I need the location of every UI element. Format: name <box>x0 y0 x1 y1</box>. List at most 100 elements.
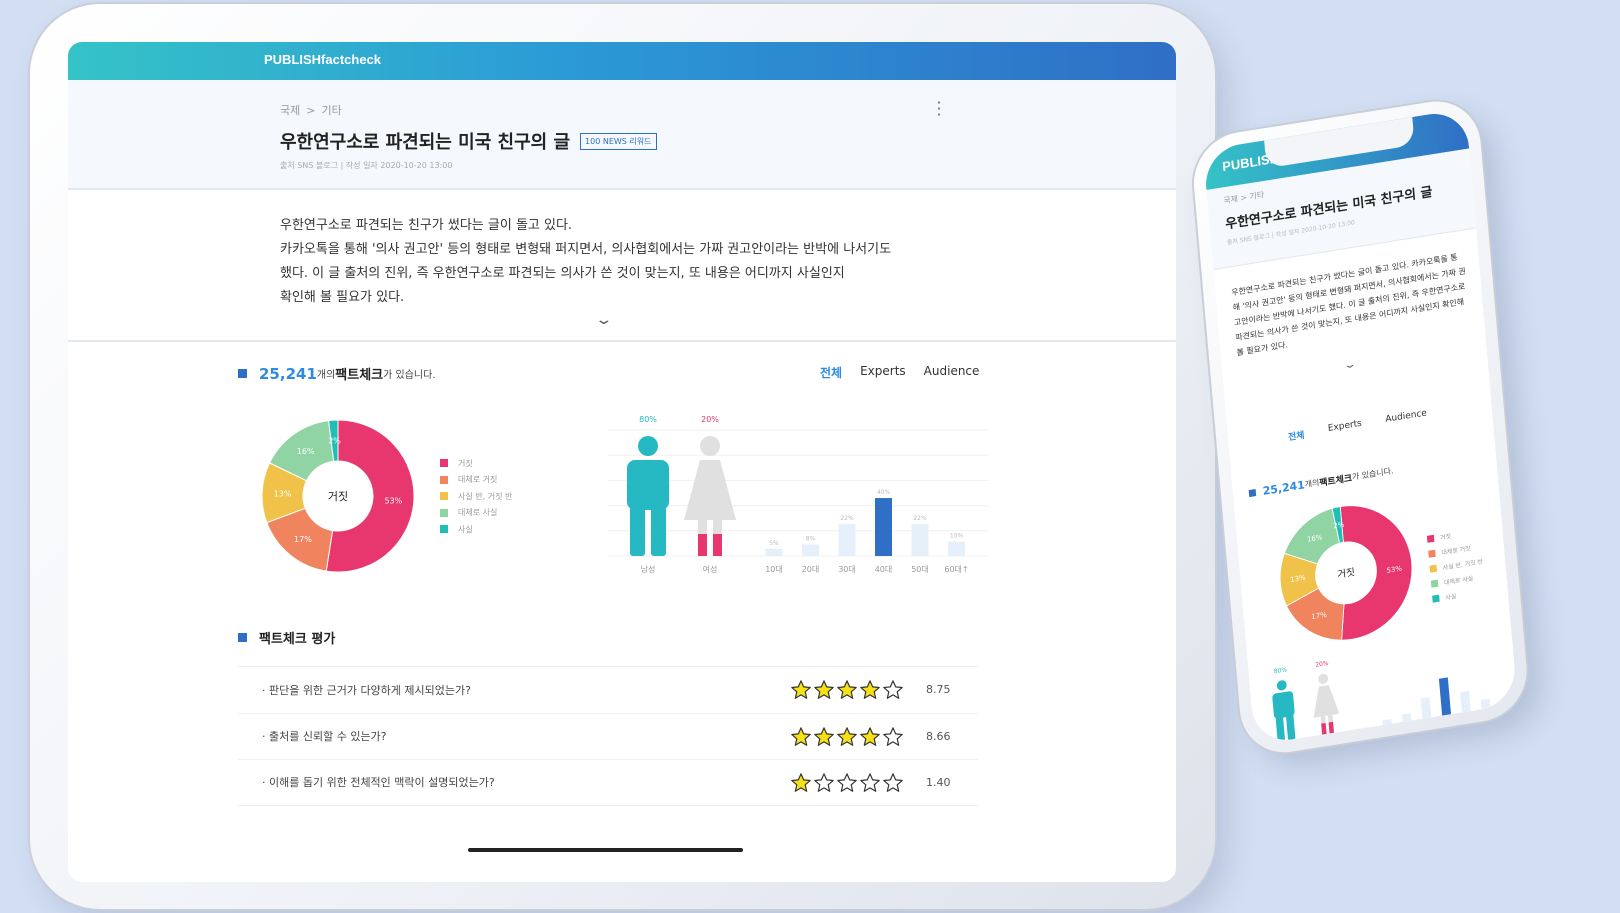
legend-item: 대체로 사실 <box>440 505 512 522</box>
rating-row: · 판단을 위한 근거가 다양하게 제시되었는가? 8.75 <box>238 666 978 713</box>
tab-audience[interactable]: Audience <box>1385 408 1427 428</box>
section-marker <box>238 633 247 642</box>
star-rating[interactable] <box>790 726 904 751</box>
star-filled-icon[interactable] <box>790 726 812 751</box>
age-bar-3[interactable] <box>802 544 819 556</box>
star-filled-icon[interactable] <box>836 679 858 704</box>
age-bar-6[interactable] <box>1460 690 1471 713</box>
age-bar-7[interactable] <box>948 541 965 556</box>
legend-item: 거짓 <box>440 455 512 472</box>
age-bar-2[interactable] <box>1382 719 1392 726</box>
header-bar: PUBLISHfactcheck <box>68 42 1176 80</box>
star-empty-icon[interactable] <box>882 726 904 751</box>
breadcrumb-item-international[interactable]: 국제 <box>1223 194 1238 205</box>
more-options-icon[interactable]: · · · <box>934 95 944 123</box>
legend-swatch <box>440 492 448 501</box>
count-unit: 개의 <box>1304 477 1320 490</box>
legend-item: 사실 <box>440 521 512 538</box>
star-filled-icon[interactable] <box>790 679 812 704</box>
legend-swatch <box>440 475 448 484</box>
article-title: 우한연구소로 파견되는 미국 친구의 글 <box>280 132 571 153</box>
donut-center-label: 거짓 <box>1337 567 1356 581</box>
gender-percent-label: 20% <box>1315 660 1329 669</box>
phone-verdict-legend: 거짓 대체로 거짓 사실 반, 거짓 반 대체로 사실 사실 <box>1426 523 1487 606</box>
age-bar-7[interactable] <box>1480 698 1491 710</box>
chevron-down-icon[interactable]: ⌄ <box>594 312 613 328</box>
star-filled-icon[interactable] <box>859 726 881 751</box>
age-bar-4[interactable] <box>1420 697 1432 719</box>
breadcrumb-item-other[interactable]: 기타 <box>1249 190 1264 201</box>
star-empty-icon[interactable] <box>882 679 904 704</box>
age-bar-3[interactable] <box>1401 713 1412 722</box>
star-filled-icon[interactable] <box>859 679 881 704</box>
age-bar-4[interactable] <box>838 524 856 556</box>
legend-swatch <box>1429 564 1438 573</box>
tablet-device: PUBLISHfactcheck 국제 > 기타 우한연구소로 파견되는 미국 친구… <box>30 4 1215 909</box>
age-bar-value-label: 22% <box>913 515 927 522</box>
donut-slice-label: 16% <box>297 447 315 456</box>
age-bar-5[interactable] <box>875 498 892 556</box>
tab-audience[interactable]: Audience <box>924 364 980 381</box>
phone-device: PUBLISH 국제 > 기타 우한연구소로 파견되는 미국 친구의 글 출처 … <box>1190 94 1531 760</box>
legend-label: 대체로 사실 <box>1443 575 1474 587</box>
donut-center-label: 거짓 <box>328 490 348 503</box>
article-header: 국제 > 기타 우한연구소로 파견되는 미국 친구의 글 100 NEWS 리워드 … <box>68 80 1176 190</box>
legend-item: 사실 반, 거짓 반 <box>440 488 512 505</box>
summary-line: 우한연구소로 파견되는 친구가 썼다는 글이 돌고 있다. <box>280 218 573 233</box>
legend-swatch <box>440 525 448 534</box>
star-empty-icon[interactable] <box>882 772 904 797</box>
star-rating[interactable] <box>790 772 904 797</box>
breadcrumb-item-international[interactable]: 국제 <box>280 104 300 117</box>
count-label: 팩트체크 <box>335 368 384 383</box>
rating-question: · 출처를 신뢰할 수 있는가? <box>262 730 387 744</box>
breadcrumb-separator: > <box>306 104 316 117</box>
male-person-icon <box>1272 680 1296 742</box>
tablet-screen: PUBLISHfactcheck 국제 > 기타 우한연구소로 파견되는 미국 친구… <box>68 42 1176 882</box>
tab-all[interactable]: 전체 <box>1287 428 1305 444</box>
factcheck-count-number: 25,241 <box>259 364 317 383</box>
factcheck-count: 25,241 개의 팩트체크 가 있습니다. <box>238 364 436 383</box>
star-empty-icon[interactable] <box>836 772 858 797</box>
star-filled-icon[interactable] <box>813 679 835 704</box>
legend-label: 사실 <box>458 524 473 534</box>
gender-percent-label: 80% <box>1274 666 1288 675</box>
chevron-down-icon[interactable]: ⌄ <box>1343 359 1357 372</box>
female-person-icon <box>684 436 736 556</box>
breadcrumb-separator: > <box>1240 192 1248 203</box>
tab-all[interactable]: 전체 <box>820 364 842 381</box>
age-bar-value-label: 8% <box>806 535 816 542</box>
legend-label: 사실 <box>1445 592 1457 602</box>
phone-summary: 우한연구소로 파견되는 친구가 썼다는 글이 돌고 있다. 카카오톡을 통해 '… <box>1231 252 1467 358</box>
article-summary: 우한연구소로 파견되는 친구가 썼다는 글이 돌고 있다. 카카오톡을 통해 '… <box>68 190 1176 342</box>
age-category-label: 20대 <box>802 565 820 574</box>
tab-experts[interactable]: Experts <box>860 364 906 381</box>
star-empty-icon[interactable] <box>813 772 835 797</box>
brand-logo[interactable]: PUBLISHfactcheck <box>264 52 381 67</box>
rating-question: · 판단을 위한 근거가 다양하게 제시되었는가? <box>262 683 471 697</box>
rating-score: 8.66 <box>926 729 951 743</box>
age-bar-2[interactable] <box>765 548 783 556</box>
count-unit: 개의 <box>316 370 336 381</box>
age-category-label: 50대 <box>911 565 929 574</box>
verdict-donut-chart: 53% 17% 13% 16% 2% 거짓 <box>261 419 415 573</box>
star-filled-icon[interactable] <box>836 726 858 751</box>
rating-row: · 이해를 돕기 위한 전체적인 맥락이 설명되었는가? 1.40 <box>238 759 978 806</box>
star-rating[interactable] <box>790 679 904 704</box>
star-empty-icon[interactable] <box>859 772 881 797</box>
age-bar-value-label: 22% <box>840 515 854 522</box>
star-filled-icon[interactable] <box>790 772 812 797</box>
tab-experts[interactable]: Experts <box>1328 419 1363 437</box>
summary-line: 확인해 볼 필요가 있다. <box>280 290 405 305</box>
age-bar-5[interactable] <box>1438 677 1452 716</box>
rating-list: · 판단을 위한 근거가 다양하게 제시되었는가? 8.75 · 출처를 신뢰할 수… <box>238 666 978 806</box>
star-filled-icon[interactable] <box>813 726 835 751</box>
female-person-icon <box>1313 673 1340 735</box>
demographic-bar-chart: 80% 남성 20% 여성 5% 10대 8% 20대 22% 30대 40% 40대 22% 50대 10… <box>608 415 988 574</box>
legend-item: 대체로 거짓 <box>440 472 512 489</box>
age-bar-6[interactable] <box>911 524 929 556</box>
male-person-icon <box>627 436 669 556</box>
gender-category-label: 여성 <box>703 564 718 574</box>
gender-category-label: 남성 <box>641 565 656 574</box>
breadcrumb-item-other[interactable]: 기타 <box>321 104 341 117</box>
legend-swatch <box>1430 579 1439 588</box>
